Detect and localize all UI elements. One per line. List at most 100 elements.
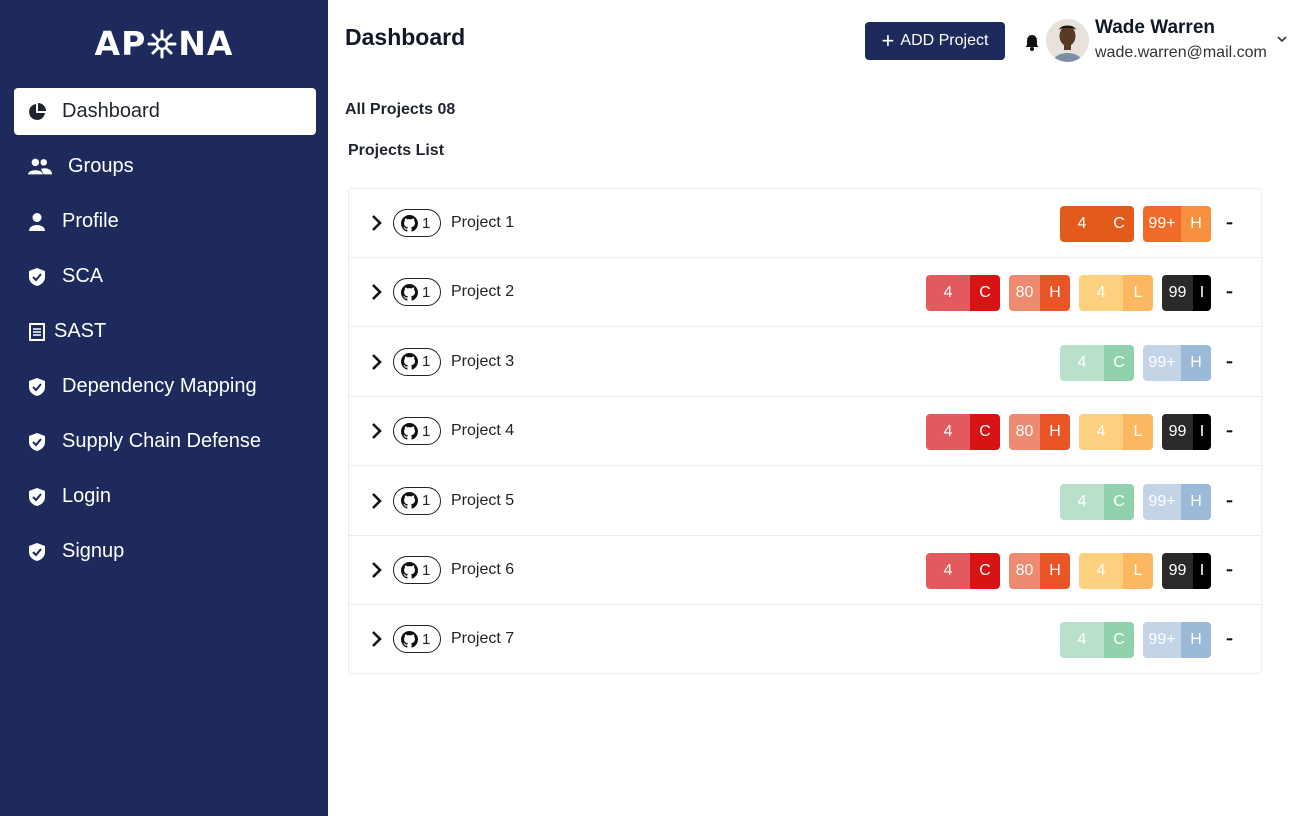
chevron-right-icon[interactable]: [369, 282, 385, 302]
severity-badge[interactable]: 99 I: [1162, 275, 1211, 312]
severity-badge[interactable]: 99 I: [1162, 553, 1211, 589]
repo-count-badge[interactable]: 1: [393, 486, 441, 515]
badge-level: H: [1040, 553, 1070, 589]
severity-badge[interactable]: 4C: [1060, 622, 1134, 659]
sidebar-item-supply-chain-defense[interactable]: Supply Chain Defense: [14, 418, 316, 465]
badge-count: 4: [1079, 414, 1123, 451]
table-row[interactable]: 1 Project 1 4 C 99+ H •••: [349, 189, 1261, 258]
table-row[interactable]: 1 Project 5 4 C 99+ H •••: [349, 467, 1261, 536]
badge-level: H: [1181, 206, 1211, 242]
repo-count: 1: [422, 492, 431, 510]
more-options-icon[interactable]: •••: [1217, 275, 1241, 311]
project-name[interactable]: Project 3: [451, 353, 514, 371]
project-name[interactable]: Project 6: [451, 561, 514, 579]
add-project-button[interactable]: + ADD Project: [865, 22, 1005, 60]
severity-badge[interactable]: 4C: [926, 414, 1000, 451]
user-name: Wade Warren: [1095, 17, 1216, 38]
severity-badges: 4 C 80 H 4 L 99 I •••: [917, 275, 1241, 312]
chevron-right-icon[interactable]: [369, 421, 385, 441]
badge-count: 99: [1162, 414, 1193, 451]
severity-badge[interactable]: 80 H: [1009, 553, 1070, 589]
table-row[interactable]: 1 Project 7 4 C 99+ H •••: [349, 605, 1261, 674]
more-options-icon[interactable]: •••: [1217, 484, 1241, 520]
chevron-right-icon[interactable]: [369, 213, 385, 233]
sidebar-item-label: Dependency Mapping: [62, 375, 257, 397]
severity-badge[interactable]: 4C: [1060, 344, 1134, 381]
severity-badge[interactable]: 99+ H: [1143, 344, 1211, 381]
severity-badge[interactable]: 4L: [1079, 414, 1153, 451]
project-name[interactable]: Project 4: [451, 422, 514, 440]
repo-count-badge[interactable]: 1: [393, 209, 441, 237]
badge-level: C: [1104, 344, 1134, 381]
project-name[interactable]: Project 1: [451, 214, 514, 232]
github-icon: [401, 422, 418, 440]
severity-badges: 4 C 99+ H •••: [1051, 206, 1241, 242]
badge-level: L: [1123, 275, 1153, 312]
badge-count: 99: [1162, 553, 1193, 589]
repo-count-badge[interactable]: 1: [393, 417, 441, 446]
severity-badges: 4 C 80 H 4 L 99 I •••: [917, 553, 1241, 589]
severity-badge[interactable]: 99+ H: [1143, 206, 1211, 242]
sidebar: AP NA Dashboard Groups Profile SCA SAST …: [0, 0, 328, 816]
chevron-down-icon[interactable]: [1276, 34, 1288, 44]
sidebar-item-sca[interactable]: SCA: [14, 253, 316, 300]
bell-icon[interactable]: [1022, 32, 1042, 52]
repo-count-badge[interactable]: 1: [393, 556, 441, 584]
more-options-icon[interactable]: •••: [1217, 553, 1241, 589]
chevron-right-icon[interactable]: [369, 629, 385, 649]
badge-level: I: [1193, 275, 1211, 312]
app-logo[interactable]: AP NA: [0, 24, 328, 63]
badge-count: 80: [1009, 275, 1040, 312]
github-icon: [401, 492, 418, 509]
more-options-icon[interactable]: •••: [1217, 622, 1241, 658]
table-row[interactable]: 1 Project 4 4 C 80 H 4 L 99 I •••: [349, 397, 1261, 467]
sidebar-item-groups[interactable]: Groups: [14, 143, 316, 190]
badge-count: 80: [1009, 414, 1040, 451]
repo-count-badge[interactable]: 1: [393, 625, 441, 654]
project-name[interactable]: Project 2: [451, 283, 514, 301]
badge-level: C: [1104, 622, 1134, 659]
repo-count: 1: [422, 353, 431, 371]
severity-badge[interactable]: 4L: [1079, 553, 1153, 589]
severity-badge[interactable]: 4C: [926, 553, 1000, 589]
sidebar-item-signup[interactable]: Signup: [14, 528, 316, 575]
avatar[interactable]: [1046, 19, 1089, 62]
severity-badge[interactable]: 4L: [1079, 275, 1153, 312]
severity-badge[interactable]: 80 H: [1009, 275, 1070, 312]
repo-count-badge[interactable]: 1: [393, 278, 441, 307]
table-row[interactable]: 1 Project 2 4 C 80 H 4 L 99 I •••: [349, 258, 1261, 328]
repo-count-badge[interactable]: 1: [393, 347, 441, 376]
severity-badge[interactable]: 99+ H: [1143, 622, 1211, 659]
project-name[interactable]: Project 7: [451, 630, 514, 648]
sidebar-item-label: Dashboard: [62, 100, 160, 122]
badge-level: C: [970, 414, 1000, 451]
severity-badge[interactable]: 4C: [1060, 206, 1134, 242]
sidebar-item-dashboard[interactable]: Dashboard: [14, 88, 316, 135]
severity-badge[interactable]: 80 H: [1009, 414, 1070, 451]
sidebar-item-sast[interactable]: SAST: [14, 308, 316, 355]
table-row[interactable]: 1 Project 3 4 C 99+ H •••: [349, 328, 1261, 397]
badge-level: I: [1193, 414, 1211, 451]
chevron-right-icon[interactable]: [369, 560, 385, 580]
all-projects-count: All Projects 08: [345, 101, 456, 118]
more-options-icon[interactable]: •••: [1217, 414, 1241, 450]
severity-badge[interactable]: 99+ H: [1143, 483, 1211, 520]
badge-count: 4: [1060, 344, 1104, 381]
severity-badge[interactable]: 99 I: [1162, 414, 1211, 451]
severity-badge[interactable]: 4C: [1060, 483, 1134, 520]
project-name[interactable]: Project 5: [451, 492, 514, 510]
sidebar-item-login[interactable]: Login: [14, 473, 316, 520]
table-row[interactable]: 1 Project 6 4 C 80 H 4 L 99 I •••: [349, 536, 1261, 605]
logo-text-left: AP: [94, 24, 147, 63]
chevron-right-icon[interactable]: [369, 352, 385, 372]
more-options-icon[interactable]: •••: [1217, 206, 1241, 242]
badge-count: 4: [1060, 622, 1104, 659]
badge-level: C: [1104, 206, 1134, 242]
chevron-right-icon[interactable]: [369, 491, 385, 511]
badge-level: C: [1104, 483, 1134, 520]
repo-count: 1: [422, 422, 431, 440]
sidebar-item-profile[interactable]: Profile: [14, 198, 316, 245]
sidebar-item-dependency-mapping[interactable]: Dependency Mapping: [14, 363, 316, 410]
more-options-icon[interactable]: •••: [1217, 345, 1241, 381]
severity-badge[interactable]: 4C: [926, 275, 1000, 312]
